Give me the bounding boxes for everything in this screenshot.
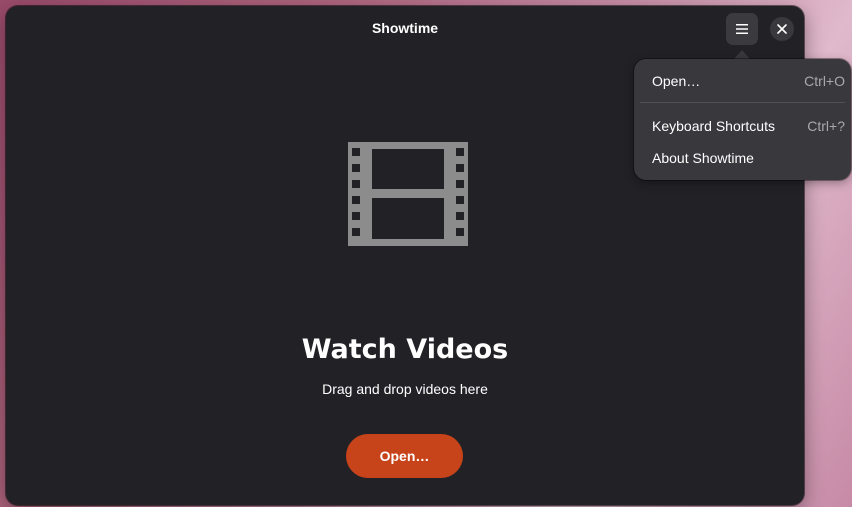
menu-separator	[640, 102, 845, 103]
menu-item-shortcut: Ctrl+O	[804, 73, 845, 89]
close-button[interactable]	[770, 17, 794, 41]
menu-item-open[interactable]: Open… Ctrl+O	[640, 66, 845, 96]
open-button[interactable]: Open…	[346, 434, 463, 478]
popover-arrow	[734, 50, 750, 59]
menu-item-label: About Showtime	[652, 150, 754, 166]
menu-item-label: Keyboard Shortcuts	[652, 118, 775, 134]
menu-item-label: Open…	[652, 73, 701, 89]
hamburger-menu-icon	[736, 24, 748, 34]
status-title: Watch Videos	[301, 334, 509, 365]
menu-item-about[interactable]: About Showtime	[640, 143, 845, 173]
menu-item-shortcut: Ctrl+?	[807, 118, 845, 134]
window-title: Showtime	[371, 20, 439, 36]
film-strip-icon	[348, 142, 468, 246]
menu-item-keyboard-shortcuts[interactable]: Keyboard Shortcuts Ctrl+?	[640, 111, 845, 141]
main-menu-button[interactable]	[726, 13, 758, 45]
status-description: Drag and drop videos here	[322, 381, 488, 397]
main-menu-popover: Open… Ctrl+O Keyboard Shortcuts Ctrl+? A…	[634, 59, 851, 180]
close-icon	[777, 24, 787, 34]
header-bar: Showtime	[6, 6, 804, 52]
